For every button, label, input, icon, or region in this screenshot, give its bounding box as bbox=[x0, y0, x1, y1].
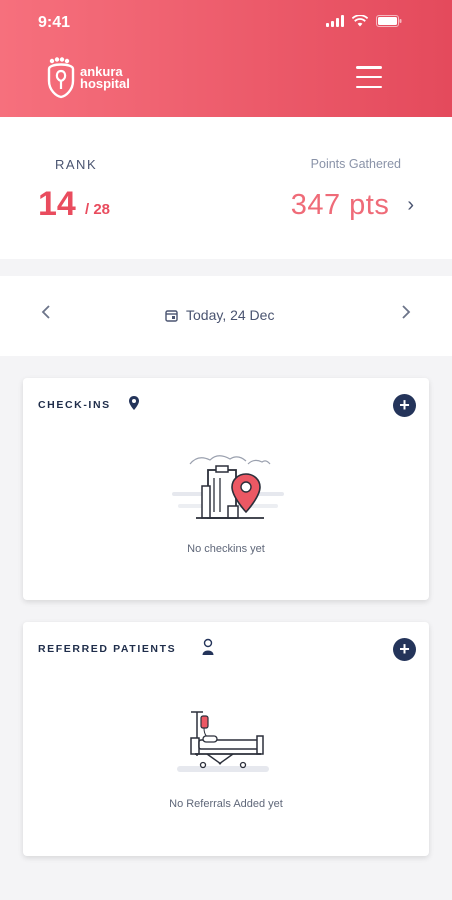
chevron-left-icon bbox=[41, 305, 50, 319]
points-link[interactable]: 347 pts › bbox=[291, 189, 414, 222]
cellular-signal-icon bbox=[326, 15, 344, 27]
referred-patients-card: REFERRED PATIENTS + No Referrals Added y… bbox=[23, 622, 429, 856]
location-pin-icon bbox=[129, 396, 139, 410]
status-icons bbox=[326, 15, 402, 27]
checkins-empty-text: No checkins yet bbox=[187, 543, 265, 555]
date-label: Today, 24 Dec bbox=[186, 307, 275, 323]
calendar-icon bbox=[165, 309, 178, 322]
checkins-title: CHECK-INS bbox=[38, 399, 111, 411]
add-checkin-button[interactable]: + bbox=[393, 394, 416, 417]
hospital-location-icon bbox=[172, 455, 284, 519]
hamburger-icon-bar bbox=[356, 75, 382, 79]
status-time: 9:41 bbox=[38, 14, 71, 31]
patient-icon bbox=[202, 638, 214, 655]
rank-label: RANK bbox=[55, 157, 98, 172]
hamburger-icon-bar bbox=[356, 85, 382, 88]
rank-value: 14 bbox=[38, 185, 76, 223]
points-label: Points Gathered bbox=[310, 157, 401, 171]
add-referral-button[interactable]: + bbox=[393, 638, 416, 661]
chevron-right-icon bbox=[402, 305, 411, 319]
points-value: 347 pts bbox=[290, 189, 390, 221]
date-selector[interactable]: Today, 24 Dec bbox=[165, 307, 274, 323]
next-date-button[interactable] bbox=[400, 302, 412, 327]
prev-date-button[interactable] bbox=[40, 302, 52, 327]
hospital-bed-icon bbox=[177, 711, 269, 772]
hamburger-icon-bar bbox=[356, 66, 382, 69]
ankura-logo: ankura hospital bbox=[46, 57, 130, 99]
chevron-right-icon: › bbox=[407, 194, 414, 216]
wifi-icon bbox=[352, 15, 368, 27]
app-header: 9:41 ankura hospital bbox=[0, 0, 452, 117]
checkins-card: CHECK-INS + No checkins yet bbox=[23, 378, 429, 600]
referrals-title: REFERRED PATIENTS bbox=[38, 643, 177, 655]
hamburger-menu-button[interactable] bbox=[356, 66, 382, 88]
logo-line-hospital: hospital bbox=[80, 76, 130, 91]
referrals-empty-text: No Referrals Added yet bbox=[169, 798, 283, 810]
rank-total: / 28 bbox=[85, 201, 111, 218]
logo-text: ankura hospital bbox=[80, 65, 130, 91]
battery-icon bbox=[376, 15, 402, 27]
stats-panel: RANK 14 / 28 Points Gathered 347 pts › bbox=[0, 117, 452, 259]
date-navigator: Today, 24 Dec bbox=[0, 276, 452, 356]
status-bar: 9:41 bbox=[0, 0, 452, 46]
logo-mark-icon bbox=[47, 57, 75, 99]
